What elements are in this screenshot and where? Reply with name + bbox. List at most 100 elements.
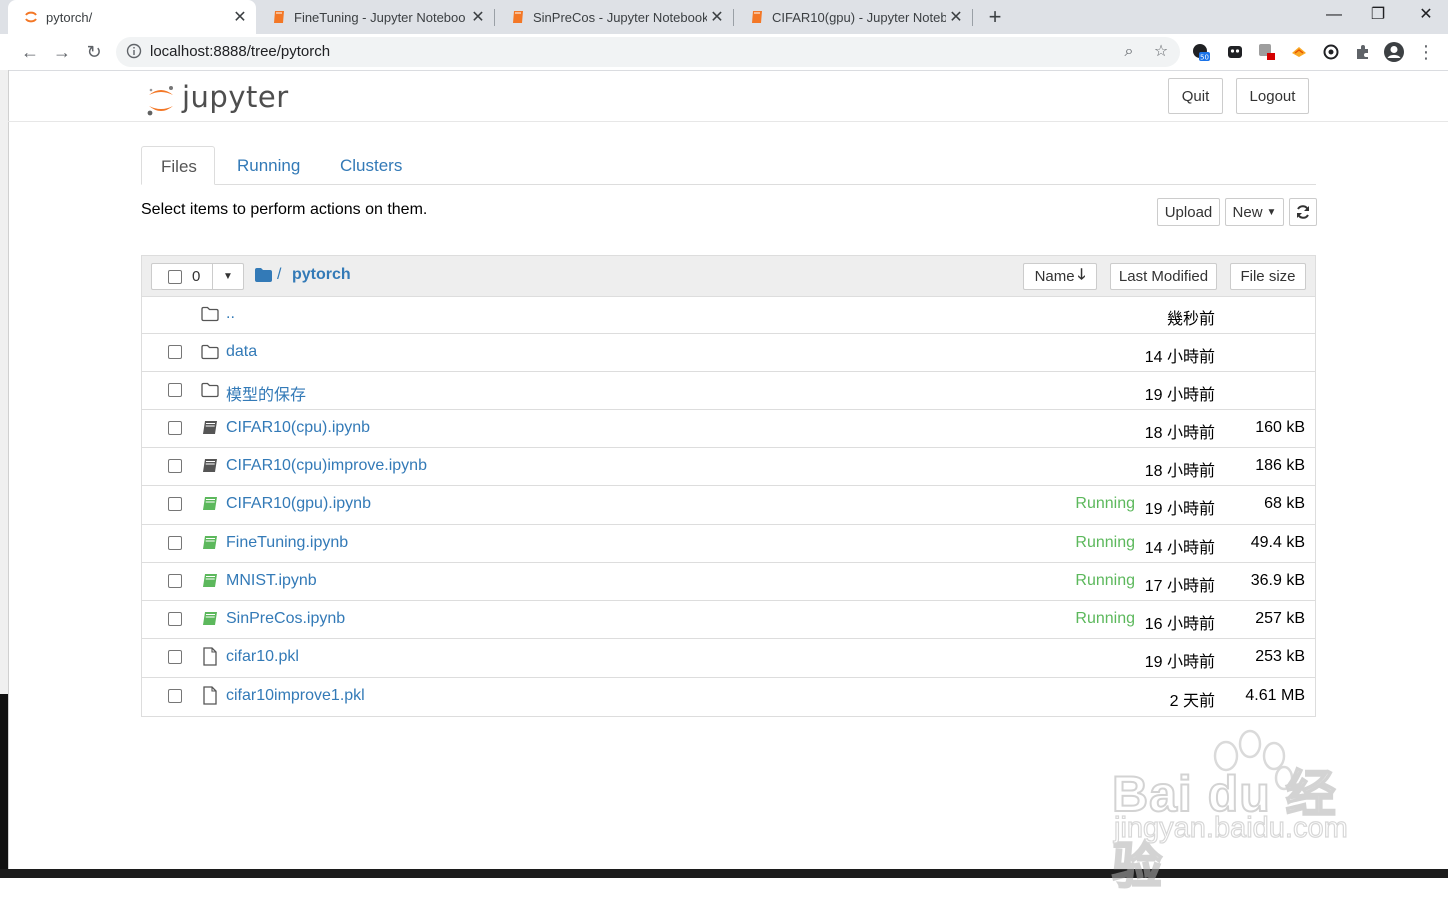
file-row[interactable]: MNIST.ipynb Running 17 小時前 36.9 kB	[142, 563, 1315, 601]
zoom-icon[interactable]: ⌕	[1120, 43, 1138, 61]
browser-tab-title: SinPreCos - Jupyter Notebook	[533, 9, 707, 25]
file-row[interactable]: 模型的保存 19 小時前	[142, 372, 1315, 410]
extension-gray-icon[interactable]	[1258, 43, 1276, 61]
site-info-icon[interactable]	[126, 43, 142, 59]
notebook-running-icon	[203, 574, 217, 587]
jupyter-logo[interactable]: jupyter	[146, 78, 289, 116]
file-name-link[interactable]: 模型的保存	[226, 381, 306, 405]
folder-outline-icon	[201, 344, 219, 360]
row-checkbox[interactable]	[168, 689, 182, 703]
arrow-down-icon: 🡓	[1077, 266, 1086, 283]
row-checkbox[interactable]	[168, 459, 182, 473]
profile-avatar-icon[interactable]	[1383, 41, 1405, 63]
breadcrumb-current-dir[interactable]: pytorch	[292, 266, 351, 284]
select-all-checkbox[interactable]	[168, 269, 182, 284]
last-modified-text: 18 小時前	[1144, 425, 1215, 442]
tab-clusters[interactable]: Clusters	[321, 146, 421, 184]
row-checkbox[interactable]	[168, 497, 182, 511]
browser-tab-finetuning[interactable]: FineTuning - Jupyter Noteboo ✕	[256, 0, 494, 34]
row-checkbox[interactable]	[168, 345, 182, 359]
file-name-link[interactable]: CIFAR10(cpu)improve.ipynb	[226, 457, 427, 475]
row-checkbox[interactable]	[168, 421, 182, 435]
tab-running[interactable]: Running	[218, 146, 319, 184]
file-row[interactable]: SinPreCos.ipynb Running 16 小時前 257 kB	[142, 601, 1315, 639]
file-outline-icon	[203, 686, 217, 705]
file-name-link[interactable]: data	[226, 343, 257, 361]
sort-by-name-button[interactable]: Name 🡓	[1023, 263, 1097, 290]
file-row[interactable]: FineTuning.ipynb Running 14 小時前 49.4 kB	[142, 525, 1315, 563]
browser-tab-title: FineTuning - Jupyter Noteboo	[294, 9, 466, 25]
extension-badge-icon[interactable]: 50	[1192, 43, 1210, 61]
selection-dropdown-button[interactable]: ▼	[212, 263, 244, 290]
bookmark-star-icon[interactable]: ☆	[1152, 43, 1170, 61]
file-name-link[interactable]: cifar10improve1.pkl	[226, 687, 365, 705]
baidu-jingyan-watermark: Bai du 经验 jingyan.baidu.com	[1108, 720, 1378, 895]
file-row[interactable]: CIFAR10(cpu).ipynb 18 小時前 160 kB	[142, 410, 1315, 448]
forward-arrow-icon[interactable]: →	[50, 40, 74, 64]
refresh-button[interactable]	[1289, 198, 1317, 226]
minimize-window-icon[interactable]: —	[1314, 4, 1354, 26]
close-tab-icon[interactable]: ✕	[230, 7, 250, 27]
url-text[interactable]: localhost:8888/tree/pytorch	[150, 43, 330, 60]
browser-tab-cifar10-gpu[interactable]: CIFAR10(gpu) - Jupyter Noteb ✕	[734, 0, 972, 34]
jupyter-logo-text: jupyter	[182, 80, 289, 114]
extensions-puzzle-icon[interactable]	[1354, 43, 1372, 61]
caret-down-icon: ▼	[223, 271, 233, 282]
row-checkbox[interactable]	[168, 650, 182, 664]
sort-by-last-modified-button[interactable]: Last Modified	[1110, 263, 1217, 290]
row-checkbox[interactable]	[168, 383, 182, 397]
extension-orange-icon[interactable]	[1290, 43, 1308, 61]
file-name-link[interactable]: CIFAR10(gpu).ipynb	[226, 495, 371, 513]
select-all-control[interactable]: 0	[151, 263, 213, 290]
back-arrow-icon[interactable]: ←	[18, 40, 42, 64]
close-window-icon[interactable]: ✕	[1406, 4, 1446, 26]
notebook-running-icon	[203, 536, 217, 549]
file-list: 0 ▼ / pytorch Name 🡓 Last Modified File …	[141, 255, 1316, 717]
file-name-link[interactable]: SinPreCos.ipynb	[226, 610, 345, 628]
close-tab-icon[interactable]: ✕	[707, 7, 727, 27]
upload-button[interactable]: Upload	[1157, 198, 1220, 226]
browser-tab-sinprecos[interactable]: SinPreCos - Jupyter Notebook ✕	[495, 0, 733, 34]
close-tab-icon[interactable]: ✕	[946, 7, 966, 27]
file-size-text: 4.61 MB	[1245, 687, 1305, 704]
file-row[interactable]: cifar10improve1.pkl 2 天前 4.61 MB	[142, 678, 1315, 716]
last-modified-text: 19 小時前	[1144, 501, 1215, 518]
file-name-link[interactable]: MNIST.ipynb	[226, 572, 317, 590]
close-tab-icon[interactable]: ✕	[468, 7, 488, 27]
running-indicator: Running	[1075, 495, 1135, 512]
file-row[interactable]: CIFAR10(gpu).ipynb Running 19 小時前 68 kB	[142, 486, 1315, 525]
logout-button[interactable]: Logout	[1236, 78, 1309, 114]
row-checkbox[interactable]	[168, 574, 182, 588]
notebook-running-icon	[203, 612, 217, 625]
folder-outline-icon	[201, 382, 219, 398]
file-row[interactable]: .. 幾秒前	[142, 296, 1315, 334]
file-name-link[interactable]: FineTuning.ipynb	[226, 534, 348, 552]
new-dropdown-button[interactable]: New ▼	[1225, 198, 1284, 226]
folder-icon[interactable]	[255, 268, 272, 282]
row-checkbox[interactable]	[168, 612, 182, 626]
quit-button[interactable]: Quit	[1168, 78, 1223, 114]
address-bar[interactable]: localhost:8888/tree/pytorch ⌕ ☆	[116, 37, 1180, 67]
new-tab-plus-icon[interactable]: +	[984, 4, 1006, 30]
extension-dots-icon[interactable]	[1226, 43, 1244, 61]
reload-icon[interactable]: ↻	[82, 40, 106, 64]
file-row[interactable]: cifar10.pkl 19 小時前 253 kB	[142, 639, 1315, 678]
file-row[interactable]: CIFAR10(cpu)improve.ipynb 18 小時前 186 kB	[142, 448, 1315, 486]
browser-tab-pytorch[interactable]: pytorch/ ✕	[8, 0, 256, 34]
file-size-text: 49.4 kB	[1250, 534, 1305, 551]
file-name-link[interactable]: CIFAR10(cpu).ipynb	[226, 419, 370, 437]
browser-menu-icon[interactable]: ⋮	[1414, 40, 1438, 64]
last-modified-text: 18 小時前	[1144, 463, 1215, 480]
sort-by-file-size-button[interactable]: File size	[1230, 263, 1306, 290]
jupyter-header: jupyter Quit Logout	[8, 70, 1448, 122]
restore-window-icon[interactable]: ❐	[1358, 4, 1398, 26]
file-name-link[interactable]: cifar10.pkl	[226, 648, 299, 666]
tab-files[interactable]: Files	[141, 146, 215, 185]
extension-circle-icon[interactable]	[1322, 43, 1340, 61]
extension-badge-count: 50	[1200, 54, 1209, 62]
caret-down-icon: ▼	[1266, 206, 1277, 218]
file-name-link[interactable]: ..	[226, 305, 235, 323]
file-row[interactable]: data 14 小時前	[142, 334, 1315, 372]
row-checkbox[interactable]	[168, 536, 182, 550]
file-size-text: 186 kB	[1255, 457, 1305, 474]
